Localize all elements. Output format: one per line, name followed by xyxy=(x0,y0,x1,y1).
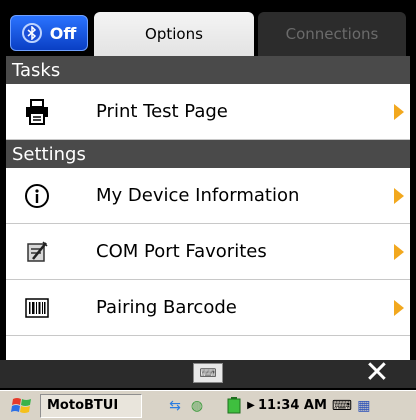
connectivity-icon[interactable]: ⇆ xyxy=(164,396,186,416)
list-item-label: Print Test Page xyxy=(96,101,228,122)
list-item-print-test-page[interactable]: Print Test Page xyxy=(6,84,410,140)
barcode-icon xyxy=(16,297,58,318)
com-port-icon xyxy=(16,240,58,264)
bluetooth-toggle-button[interactable]: Off xyxy=(10,15,88,51)
section-header-settings: Settings xyxy=(6,140,410,168)
list-item-label: COM Port Favorites xyxy=(96,241,267,262)
chevron-right-icon xyxy=(394,187,404,204)
system-tray: ⇆ ◍ ▶ 11:34 AM ⌨ ▦ xyxy=(164,396,375,416)
chevron-right-icon xyxy=(394,103,404,120)
close-icon[interactable]: ✕ xyxy=(362,355,392,390)
input-panel-icon[interactable]: ⌨ xyxy=(331,396,353,416)
bottom-toolbar: ⌨ ✕ xyxy=(0,355,416,390)
keyboard-icon[interactable]: ⌨ xyxy=(193,363,223,383)
list-item-label: My Device Information xyxy=(96,185,300,206)
options-panel: Tasks Print Test Page Settings My Device… xyxy=(6,56,410,360)
chevron-right-icon xyxy=(394,243,404,260)
battery-icon[interactable] xyxy=(224,396,246,416)
taskbar: MotoBTUI ⇆ ◍ ▶ 11:34 AM ⌨ ▦ xyxy=(0,390,416,420)
section-header-tasks: Tasks xyxy=(6,56,410,84)
list-item-partial[interactable] xyxy=(6,336,410,356)
chevron-right-icon xyxy=(394,299,404,316)
windows-icon[interactable]: ▦ xyxy=(353,396,375,416)
network-globe-icon[interactable]: ◍ xyxy=(186,396,208,416)
bluetooth-icon xyxy=(21,23,42,43)
bluetooth-toggle-label: Off xyxy=(49,23,77,43)
list-item-label: Pairing Barcode xyxy=(96,297,237,318)
info-icon xyxy=(16,183,58,209)
list-item-my-device-information[interactable]: My Device Information xyxy=(6,168,410,224)
chevron-right-icon: ▶ xyxy=(247,400,255,411)
windows-flag-icon[interactable] xyxy=(10,395,36,417)
top-tab-bar: Off Options Connections xyxy=(0,0,416,56)
printer-icon xyxy=(16,98,58,125)
tab-connections[interactable]: Connections xyxy=(258,12,406,56)
tab-options[interactable]: Options xyxy=(94,12,254,56)
list-item-com-port-favorites[interactable]: COM Port Favorites xyxy=(6,224,410,280)
clock[interactable]: 11:34 AM xyxy=(258,398,327,413)
taskbar-app-button[interactable]: MotoBTUI xyxy=(40,393,142,418)
list-item-pairing-barcode[interactable]: Pairing Barcode xyxy=(6,280,410,336)
